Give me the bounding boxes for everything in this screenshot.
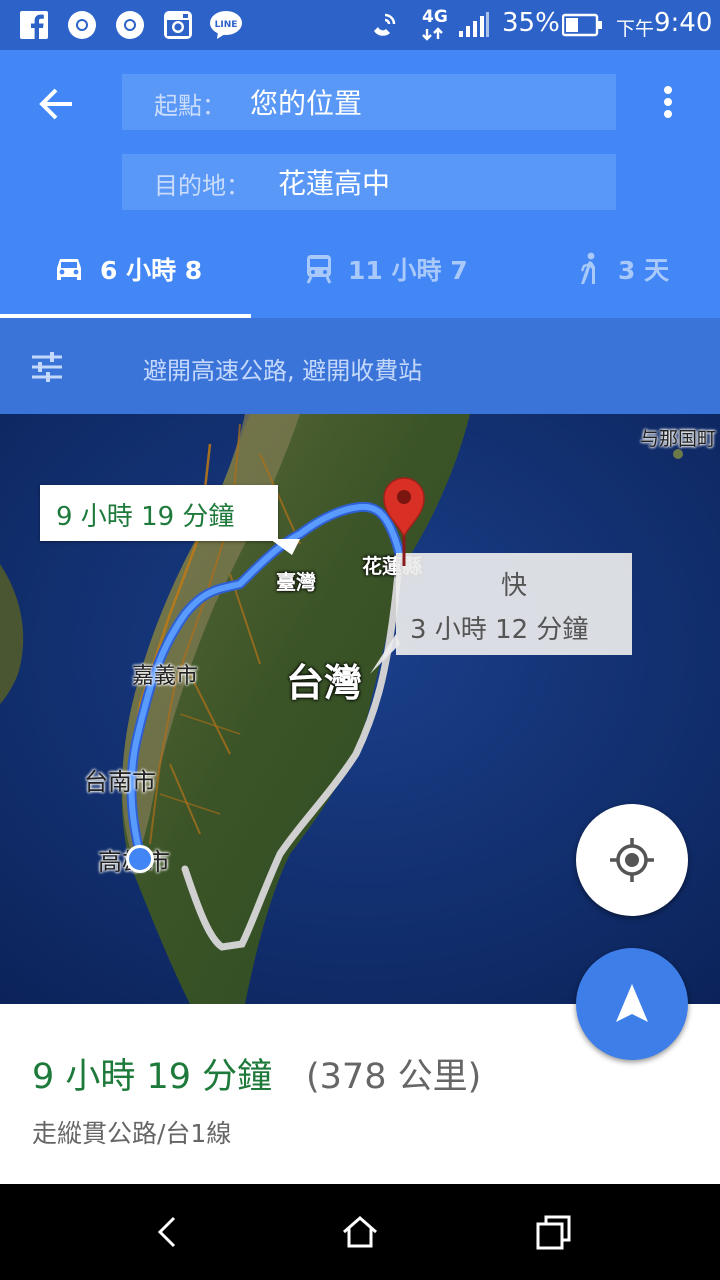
map-label-chiayi: 嘉義市 (132, 664, 199, 689)
main-route-time: 9 小時 19 分鐘 (56, 502, 235, 532)
train-icon (306, 255, 332, 284)
map-label-yonaguni: 与那国町 (640, 428, 717, 450)
destination-label: 目的地： (154, 172, 250, 200)
tab-driving-label: 6 小時 8 (100, 256, 203, 285)
back-icon[interactable] (146, 1212, 190, 1252)
gps-target-icon (610, 838, 654, 882)
tab-walking[interactable]: 3 天 (574, 244, 669, 294)
directions-header: 起點： 您的位置 目的地： 花蓮高中 6 小時 8 11 小時 7 3 天 (0, 50, 720, 318)
wifi-call-icon (368, 9, 400, 41)
main-route-callout[interactable]: 9 小時 19 分鐘 (40, 485, 300, 555)
more-vert-icon[interactable] (652, 78, 684, 130)
clock: 9:40 (654, 8, 713, 38)
chrome-icon (66, 9, 98, 41)
origin-value: 您的位置 (250, 87, 363, 120)
route-distance: (378 公里) (306, 1057, 482, 1097)
map-label-taiwan: 台灣 (286, 661, 363, 705)
start-navigation-button[interactable] (576, 948, 688, 1060)
tune-icon[interactable] (30, 350, 64, 384)
tab-driving[interactable]: 6 小時 8 (52, 244, 202, 294)
destination-field[interactable]: 目的地： 花蓮高中 (122, 154, 616, 210)
instagram-icon (162, 9, 194, 41)
facebook-icon (18, 9, 50, 41)
4g-icon: 4G (418, 7, 448, 41)
battery-icon (562, 9, 604, 41)
map-view[interactable]: 与那国町 臺灣 花蓮縣 嘉義市 台灣 台南市 高雄市 9 小時 19 分鐘 快 … (0, 414, 720, 1004)
destination-value: 花蓮高中 (278, 167, 391, 200)
walk-icon (580, 252, 595, 284)
line-icon: LINE (208, 9, 244, 41)
signal-icon (458, 9, 490, 41)
navigation-arrow-icon (616, 984, 648, 1022)
map-label-taiwan-small: 臺灣 (276, 570, 316, 594)
alt-route-tag: 快 (500, 571, 527, 601)
origin-field[interactable]: 起點： 您的位置 (122, 74, 616, 130)
alt-route-time: 3 小時 12 分鐘 (410, 615, 589, 645)
my-location-button[interactable] (576, 804, 688, 916)
home-icon[interactable] (338, 1212, 382, 1252)
alt-route-callout[interactable]: 快 3 小時 12 分鐘 (396, 553, 632, 655)
current-location-dot (126, 845, 154, 873)
back-arrow-icon[interactable] (30, 78, 82, 130)
recents-icon[interactable] (532, 1212, 576, 1252)
system-nav-bar (0, 1184, 720, 1280)
battery-percent: 35% (502, 8, 560, 38)
tab-transit-label: 11 小時 7 (348, 256, 468, 285)
route-options-bar[interactable]: 避開高速公路, 避開收費站 (0, 318, 720, 414)
map-label-tainan: 台南市 (84, 768, 156, 796)
tab-transit[interactable]: 11 小時 7 (304, 244, 468, 294)
route-duration: 9 小時 19 分鐘 (32, 1057, 273, 1097)
destination-pin-icon (382, 476, 426, 568)
origin-label: 起點： (154, 92, 226, 120)
tab-walking-label: 3 天 (618, 256, 670, 285)
chrome-icon (114, 9, 146, 41)
status-bar: LINE 4G 35% 下午 9:40 (0, 0, 720, 50)
route-via: 走縱貫公路/台1線 (32, 1119, 232, 1148)
car-icon (57, 259, 81, 280)
time-prefix: 下午 (616, 18, 655, 40)
svg-text:LINE: LINE (215, 20, 238, 30)
route-options-text: 避開高速公路, 避開收費站 (143, 357, 423, 385)
